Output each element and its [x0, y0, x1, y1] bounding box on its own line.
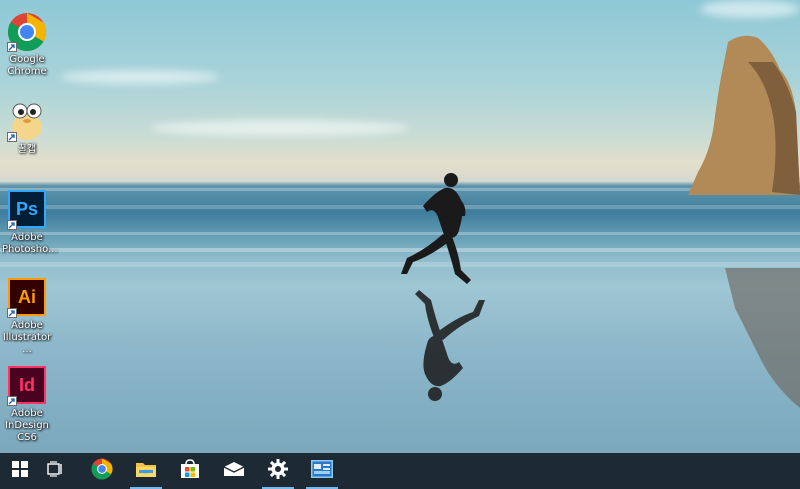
taskbar-mail-button[interactable] [214, 453, 254, 489]
desktop-icon-label: Adobe Photosho... [2, 232, 58, 255]
shortcut-arrow-icon [7, 42, 17, 52]
microsoft-store-icon [180, 459, 200, 483]
chrome-icon [7, 12, 47, 52]
settings-gear-icon [268, 459, 288, 483]
shortcut-arrow-icon [7, 220, 17, 230]
honeycam-icon [7, 102, 47, 142]
taskbar-file-explorer-button[interactable] [126, 453, 166, 489]
desktop-icon-label: 꿀캡 [17, 144, 37, 155]
wallpaper [0, 0, 800, 453]
shortcut-arrow-icon [7, 308, 17, 318]
desktop-icon-honeycam[interactable]: 꿀캡 [2, 102, 52, 156]
start-button[interactable] [0, 453, 40, 489]
windows-start-icon [12, 461, 28, 481]
taskbar-settings-button[interactable] [258, 453, 298, 489]
mail-icon [223, 461, 245, 481]
taskbar-chrome-button[interactable] [82, 453, 122, 489]
shortcut-arrow-icon [7, 132, 17, 142]
desktop[interactable]: Google Chrome 꿀캡 Ps Adobe Photosho... Ai [0, 0, 800, 453]
desktop-icon-adobe-indesign[interactable]: Id Adobe InDesign CS6 [2, 366, 52, 444]
control-panel-icon [311, 460, 333, 482]
photoshop-icon: Ps [7, 190, 47, 230]
taskbar-control-panel-button[interactable] [302, 453, 342, 489]
desktop-icon-label: Adobe InDesign CS6 [5, 408, 49, 443]
taskbar [0, 453, 800, 489]
desktop-icon-adobe-illustrator[interactable]: Ai Adobe Illustrator ... [2, 278, 52, 356]
indesign-icon: Id [7, 366, 47, 406]
desktop-icon-label: Google Chrome [7, 54, 47, 77]
file-explorer-icon [136, 461, 156, 481]
desktop-icon-google-chrome[interactable]: Google Chrome [2, 12, 52, 78]
desktop-icon-label: Adobe Illustrator ... [2, 320, 52, 355]
taskbar-store-button[interactable] [170, 453, 210, 489]
task-view-icon [47, 461, 65, 481]
illustrator-icon: Ai [7, 278, 47, 318]
chrome-icon [91, 458, 113, 484]
desktop-icon-adobe-photoshop[interactable]: Ps Adobe Photosho... [2, 190, 58, 256]
task-view-button[interactable] [36, 453, 76, 489]
shortcut-arrow-icon [7, 396, 17, 406]
